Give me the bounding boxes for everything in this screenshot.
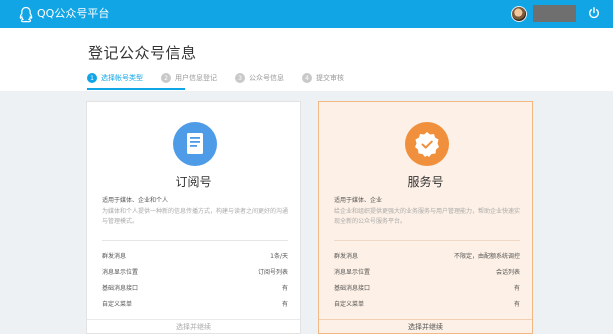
subscription-account-card[interactable]: 订阅号 适用于媒体、企业和个人 为媒体和个人提供一种新的信息传播方式，构建与读者…	[86, 101, 301, 334]
feature-label: 基础消息接口	[334, 284, 371, 292]
card-title: 服务号	[407, 175, 444, 189]
card-suitable-text: 适用于媒体、企业和个人	[102, 197, 169, 204]
feature-label: 消息显示位置	[334, 268, 371, 276]
page-title: 登记公众号信息	[88, 44, 197, 62]
qq-logo-icon	[19, 6, 33, 22]
card-description: 给企业和组织提供更强大的业务服务与用户管理能力，帮助企业快速实现全新的公众号服务…	[334, 208, 521, 225]
feature-row: 基础消息接口 有	[102, 282, 288, 292]
top-bar: QQ公众号平台	[0, 0, 613, 28]
step-number: 1	[87, 73, 97, 83]
feature-row: 群发消息 1条/天	[102, 250, 288, 260]
feature-label: 群发消息	[102, 252, 127, 260]
card-description: 为媒体和个人提供一种新的信息传播方式，构建与读者之间更好的沟通与管理模式。	[102, 208, 289, 225]
feature-value: 有	[513, 300, 520, 308]
active-step-indicator	[87, 88, 185, 90]
feature-value: 订阅号列表	[257, 268, 288, 276]
feature-row: 消息显示位置 会话列表	[334, 266, 520, 276]
step-label: 用户信息登记	[175, 74, 217, 82]
card-suitable-text: 适用于媒体、企业	[334, 197, 383, 204]
select-subscription-button[interactable]: 选择并继续	[87, 319, 300, 333]
step-number: 4	[302, 73, 312, 83]
feature-value: 有	[513, 284, 520, 292]
feature-label: 群发消息	[334, 252, 359, 260]
step-1: 1 选择帐号类型	[87, 73, 143, 83]
document-icon	[173, 122, 217, 166]
select-service-button[interactable]: 选择并继续	[319, 319, 532, 333]
badge-check-icon	[405, 122, 449, 166]
username-box[interactable]	[533, 5, 576, 22]
feature-value: 有	[281, 300, 288, 308]
feature-label: 消息显示位置	[102, 268, 139, 276]
feature-value: 有	[281, 284, 288, 292]
feature-row: 消息显示位置 订阅号列表	[102, 266, 288, 276]
feature-row: 群发消息 不限定，由配额系统调控	[334, 250, 520, 260]
step-number: 2	[161, 73, 171, 83]
step-label: 提交审核	[316, 74, 344, 82]
feature-value: 会话列表	[495, 268, 520, 276]
power-icon[interactable]	[587, 6, 601, 20]
service-account-card[interactable]: 服务号 适用于媒体、企业 给企业和组织提供更强大的业务服务与用户管理能力，帮助企…	[318, 101, 533, 334]
step-2: 2 用户信息登记	[161, 73, 217, 83]
card-title: 订阅号	[175, 175, 212, 189]
step-3: 3 公众号信息	[235, 73, 284, 83]
step-label: 公众号信息	[249, 74, 284, 82]
step-label: 选择帐号类型	[101, 74, 143, 82]
feature-value: 不限定，由配额系统调控	[453, 252, 520, 260]
feature-row: 自定义菜单 有	[334, 298, 520, 308]
feature-label: 自定义菜单	[334, 300, 365, 308]
feature-row: 基础消息接口 有	[334, 282, 520, 292]
brand-title: QQ公众号平台	[37, 7, 110, 20]
feature-label: 基础消息接口	[102, 284, 139, 292]
feature-row: 自定义菜单 有	[102, 298, 288, 308]
avatar[interactable]	[511, 6, 527, 22]
step-number: 3	[235, 73, 245, 83]
divider	[334, 240, 520, 241]
step-progress: 1 选择帐号类型 2 用户信息登记 3 公众号信息 4 提交审核	[87, 72, 362, 84]
feature-label: 自定义菜单	[102, 300, 133, 308]
feature-value: 1条/天	[270, 252, 288, 260]
step-4: 4 提交审核	[302, 73, 344, 83]
brand[interactable]: QQ公众号平台	[18, 5, 109, 23]
divider	[102, 240, 288, 241]
